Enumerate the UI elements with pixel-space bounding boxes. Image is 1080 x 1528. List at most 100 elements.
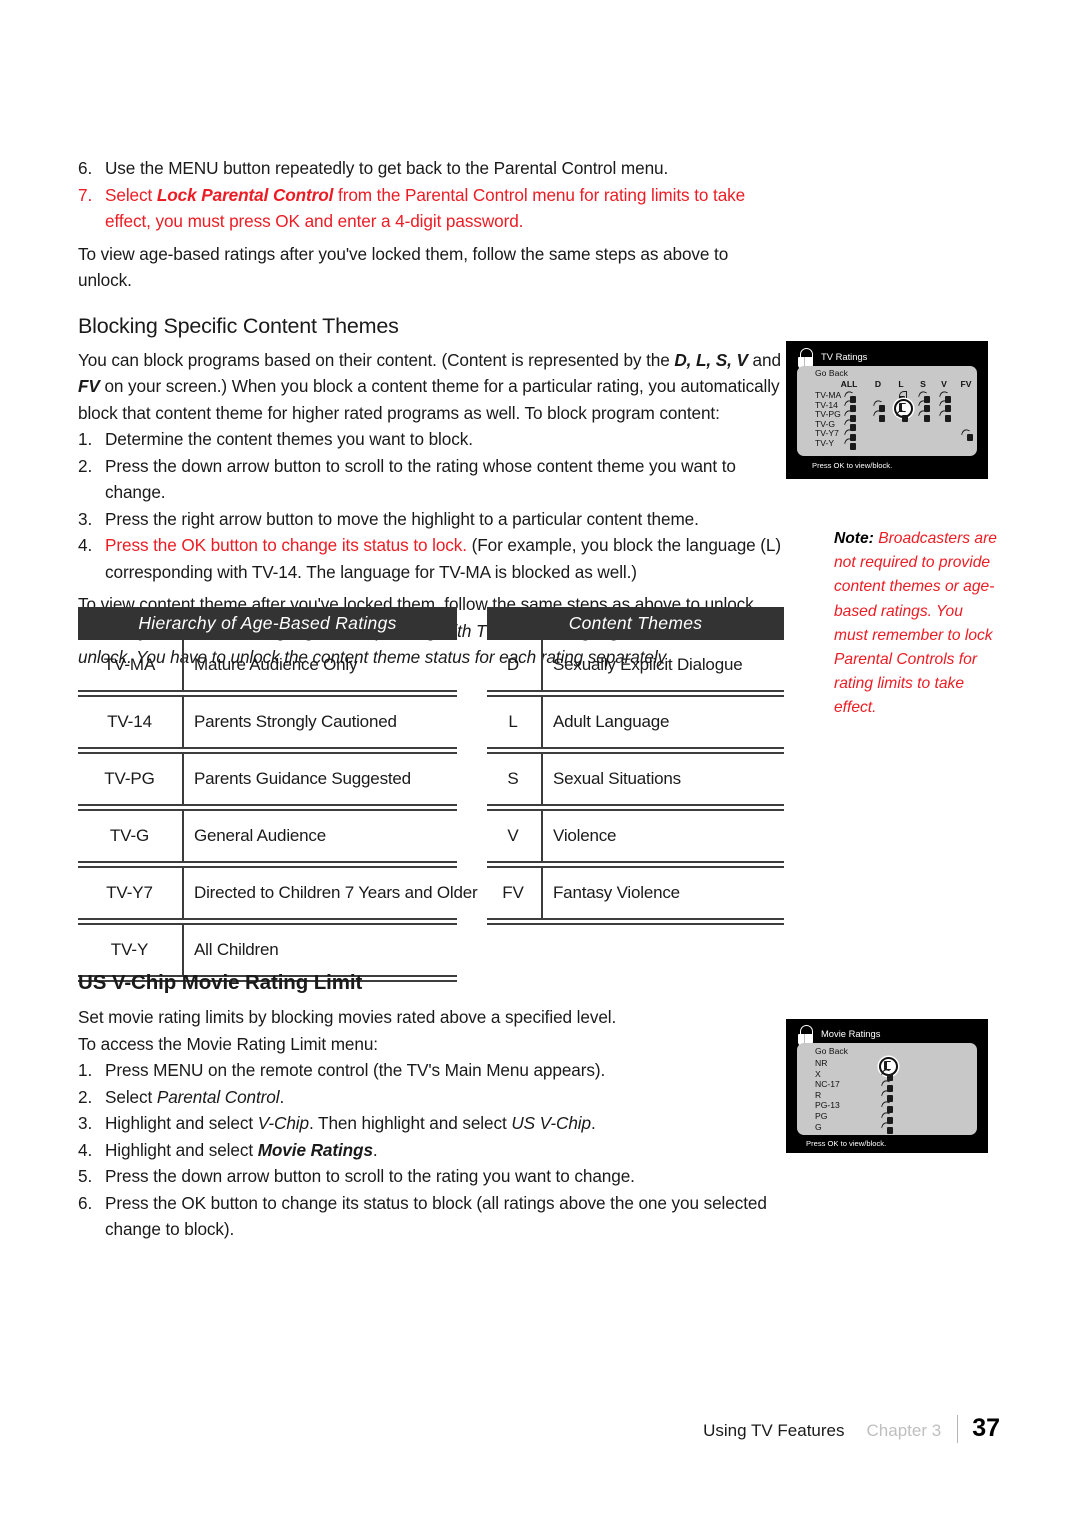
osd-column-header-s: S — [920, 379, 926, 389]
numbered-step: 6. Use the MENU button repeatedly to get … — [78, 155, 784, 182]
step-number: 4. — [78, 535, 93, 555]
osd-tv-footer-hint: Press OK to view/block. — [812, 461, 893, 470]
osd-rating-row-label[interactable]: TV-14 — [815, 400, 838, 410]
osd-movie-row-label[interactable]: NC-17 — [815, 1079, 840, 1089]
table-column-divider — [182, 640, 184, 690]
numbered-step: 6. Press the OK button to change its stat… — [78, 1190, 784, 1243]
table-cell-description: Parents Guidance Suggested — [194, 769, 411, 788]
osd-movie-row-label[interactable]: PG-13 — [815, 1100, 840, 1110]
footer-section-title: Using TV Features — [703, 1421, 845, 1440]
vchip-intro-1: Set movie rating limits by blocking movi… — [78, 1007, 617, 1027]
table-column-divider — [541, 868, 543, 918]
osd-rating-row-label[interactable]: TV-PG — [815, 409, 841, 419]
page-footer: Using TV Features Chapter 3 37 — [703, 1414, 1000, 1443]
vchip-steps-list: 1. Press MENU on the remote control (the … — [78, 1057, 784, 1243]
table-cell-description: Sexually Explicit Dialogue — [553, 655, 743, 674]
numbered-step: 4. Press the OK button to change its stat… — [78, 532, 784, 585]
step-number: 6. — [78, 158, 93, 178]
table-row-separator — [78, 918, 457, 925]
padlock-icon-unlocked[interactable] — [881, 1121, 893, 1135]
vchip-section: US V-Chip Movie Rating Limit Set movie r… — [78, 968, 784, 1243]
table-row: D Sexually Explicit Dialogue — [487, 640, 784, 690]
body-top-steps: 6. Use the MENU button repeatedly to get … — [78, 155, 784, 235]
step-number: 5. — [78, 1166, 93, 1186]
table-row: TV-Y7 Directed to Children 7 Years and Ol… — [78, 868, 478, 918]
table-row-separator — [487, 747, 784, 754]
numbered-step: 3. Highlight and select V-Chip. Then high… — [78, 1110, 784, 1137]
osd-movie-go-back[interactable]: Go Back — [815, 1046, 848, 1056]
osd-column-header-all: ALL — [840, 379, 858, 389]
osd-movie-row-label[interactable]: R — [815, 1090, 821, 1100]
numbered-step: 1. Determine the content themes you want … — [78, 426, 784, 453]
table-column-divider — [182, 697, 184, 747]
table-column-divider — [541, 811, 543, 861]
table-row-separator — [487, 861, 784, 868]
table-column-divider — [541, 640, 543, 690]
table-cell-description: Violence — [553, 826, 617, 845]
table-row: FV Fantasy Violence — [487, 868, 784, 918]
osd-movie-row-label[interactable]: G — [815, 1122, 822, 1132]
numbered-step: 4. Highlight and select Movie Ratings. — [78, 1137, 784, 1164]
padlock-icon-unlocked[interactable] — [873, 408, 885, 422]
main-text-column: 6. Use the MENU button repeatedly to get … — [78, 155, 784, 671]
table-cell-description: Mature Audience Only — [194, 655, 358, 674]
table-column-divider — [541, 697, 543, 747]
osd-tv-go-back[interactable]: Go Back — [815, 368, 848, 378]
osd-column-header-d: D — [874, 379, 882, 389]
osd-rating-row-label[interactable]: TV-Y — [815, 438, 834, 448]
padlock-icon-unlocked[interactable] — [844, 437, 856, 450]
table-cell-code: TV-PG — [104, 769, 155, 788]
table-cell-code: S — [507, 769, 519, 788]
padlock-icon-unlocked[interactable] — [918, 408, 930, 422]
unlock-note-1: To view age-based ratings after you've l… — [78, 243, 729, 291]
table-themes-body: D Sexually Explicit Dialogue L Adult Langua… — [487, 640, 784, 925]
step-number: 4. — [78, 1139, 93, 1160]
step-number: 7. — [78, 184, 93, 205]
osd-column-header-fv: FV — [960, 379, 972, 389]
table-age-body: TV-MA Mature Audience Only TV-14 Parents St… — [78, 640, 478, 982]
table-column-divider — [182, 811, 184, 861]
table-row-separator — [78, 747, 457, 754]
osd-rating-row-label[interactable]: TV-Y7 — [815, 428, 839, 438]
osd-column-header-l: L — [898, 379, 904, 389]
table-content-themes: Content Themes D Sexually Explicit Dialog… — [487, 607, 784, 925]
heading-blocking-content-themes: Blocking Specific Content Themes — [78, 313, 399, 338]
table-column-divider — [182, 868, 184, 918]
osd-rating-row-label[interactable]: TV-MA — [815, 390, 841, 400]
numbered-step: 5. Press the down arrow button to scroll … — [78, 1163, 784, 1190]
osd-movie-row-label[interactable]: NR — [815, 1058, 827, 1068]
table-cell-code: TV-14 — [107, 712, 152, 731]
step-number: 1. — [78, 1060, 93, 1080]
osd-movie-row-label[interactable]: PG — [815, 1111, 827, 1121]
table-row: L Adult Language — [487, 697, 784, 747]
osd-tv-title: TV Ratings — [821, 351, 868, 362]
table-row: TV-MA Mature Audience Only — [78, 640, 457, 690]
padlock-icon-unlocked[interactable] — [939, 408, 951, 422]
table-cell-description: Fantasy Violence — [553, 883, 680, 902]
osd-column-header-v: V — [941, 379, 947, 389]
osd-tv-ratings-screenshot: TV Ratings Go Back ALL D L S V FV TV-MA TV-14 TV… — [786, 341, 988, 479]
table-row: V Violence — [487, 811, 784, 861]
table-row: TV-14 Parents Strongly Cautioned — [78, 697, 457, 747]
osd-rating-row-label[interactable]: TV-G — [815, 419, 835, 429]
side-note-broadcasters: Note: Broadcasters are not required to p… — [834, 527, 1000, 721]
padlock-icon-unlocked[interactable] — [961, 427, 973, 441]
numbered-step: 7. Select Lock Parental Control from the … — [78, 182, 784, 235]
table-cell-code: TV-G — [109, 826, 150, 845]
blocking-steps-list: 1. Determine the content themes you want … — [78, 426, 784, 585]
table-cell-description: Adult Language — [553, 712, 670, 731]
table-cell-code: L — [508, 712, 518, 731]
manual-page: 6. Use the MENU button repeatedly to get … — [0, 0, 1080, 1528]
osd-movie-row-label[interactable]: X — [815, 1069, 821, 1079]
table-row-separator — [78, 861, 457, 868]
osd-movie-ratings-screenshot: Movie Ratings Go Back NR X NC-17 R PG-13 PG G … — [786, 1019, 988, 1153]
table-row-separator — [487, 918, 784, 925]
table-column-divider — [182, 754, 184, 804]
side-note-text: Broadcasters are not required to provide… — [834, 530, 997, 717]
table-age-based-ratings: Hierarchy of Age-Based Ratings TV-MA Matu… — [78, 607, 478, 982]
table-cell-description: Directed to Children 7 Years and Older — [194, 883, 478, 902]
table-themes-header: Content Themes — [487, 607, 784, 640]
table-cell-description: Sexual Situations — [553, 769, 681, 788]
table-cell-code: D — [506, 655, 520, 674]
padlock-icon-unlocked[interactable] — [896, 408, 908, 422]
